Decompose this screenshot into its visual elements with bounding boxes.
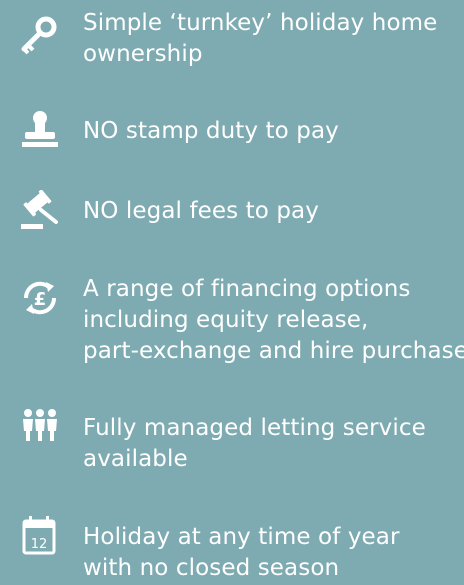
feature-text-line: ownership — [83, 41, 203, 67]
calendar-day-number: 12 — [31, 537, 48, 552]
feature-text-line: part-exchange and hire purchase — [83, 338, 464, 364]
pound-cycle-icon: £ — [16, 276, 64, 320]
feature-text-line: including equity release, — [83, 307, 369, 333]
people-icon — [16, 404, 64, 448]
feature-text-line: A range of financing options — [83, 276, 411, 302]
stamp-icon — [16, 108, 64, 152]
feature-text-line: NO stamp duty to pay — [83, 118, 339, 144]
feature-text-line: Simple ‘turnkey’ holiday home — [83, 10, 438, 36]
gavel-icon — [16, 190, 64, 234]
feature-text-line: with no closed season — [83, 555, 340, 581]
key-icon — [16, 14, 64, 58]
feature-text-line: available — [83, 446, 188, 472]
feature-text-line: NO legal fees to pay — [83, 198, 319, 224]
calendar-icon: 12 — [16, 514, 64, 558]
svg-text:£: £ — [34, 289, 47, 310]
feature-text-line: Holiday at any time of year — [83, 524, 400, 550]
feature-text-line: Fully managed letting service — [83, 415, 426, 441]
